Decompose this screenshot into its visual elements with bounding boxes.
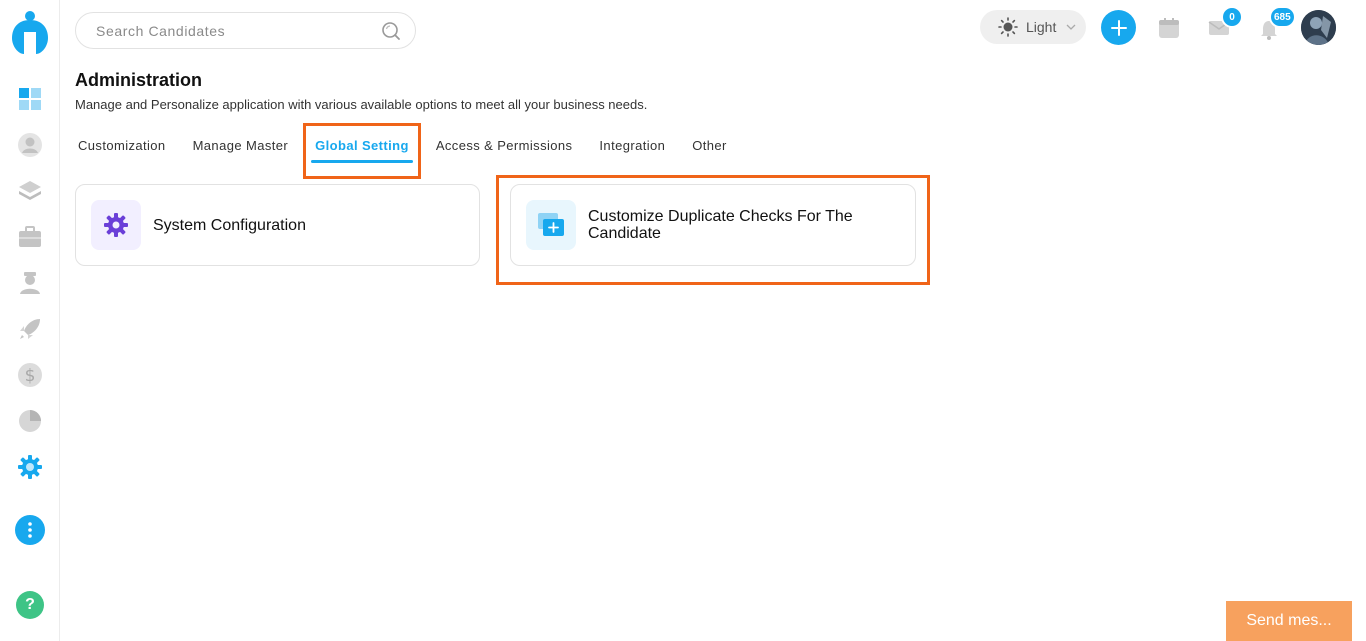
search-bar	[75, 12, 416, 49]
add-button[interactable]	[1101, 10, 1136, 45]
user-photo-icon	[1301, 10, 1336, 45]
tab-manage-master[interactable]: Manage Master	[193, 138, 289, 164]
theme-toggle[interactable]: Light	[980, 10, 1086, 44]
rocket-icon[interactable]	[17, 316, 43, 342]
page-title: Administration	[75, 70, 203, 90]
tab-access-permissions[interactable]: Access & Permissions	[436, 138, 573, 164]
chevron-down-icon	[1066, 24, 1076, 30]
pie-chart-icon[interactable]	[17, 408, 43, 434]
sidebar: $ ?	[0, 0, 60, 641]
avatar[interactable]	[1301, 10, 1336, 45]
theme-label: Light	[1026, 19, 1057, 35]
app-logo-icon[interactable]	[10, 10, 50, 56]
card-highlight-box	[496, 175, 930, 285]
sun-icon	[998, 17, 1018, 37]
dashboard-icon[interactable]	[17, 86, 43, 112]
candidate-icon[interactable]	[17, 132, 43, 158]
plus-icon	[1110, 19, 1127, 36]
search-icon[interactable]	[381, 21, 401, 41]
app-root: $ ? Search Candidates Light 0 685 Admini…	[0, 0, 1366, 641]
svg-text:$: $	[25, 366, 36, 386]
briefcase-icon[interactable]	[17, 224, 43, 250]
page-subtitle: Manage and Personalize application with …	[75, 97, 648, 112]
vertical-dots-icon	[28, 522, 32, 538]
dollar-icon[interactable]: $	[17, 362, 43, 388]
settings-icon[interactable]	[17, 454, 43, 480]
more-menu-button[interactable]	[15, 515, 45, 545]
recruiter-icon[interactable]	[17, 270, 43, 296]
send-message-button[interactable]: Send mes...	[1226, 601, 1352, 641]
tab-highlight-box	[303, 123, 421, 179]
card-title: System Configuration	[153, 216, 306, 234]
gear-icon	[91, 200, 141, 250]
tab-other[interactable]: Other	[692, 138, 727, 164]
help-icon[interactable]: ?	[16, 591, 44, 619]
tab-integration[interactable]: Integration	[599, 138, 665, 164]
notification-count-badge: 685	[1269, 6, 1296, 28]
layers-icon[interactable]	[17, 178, 43, 204]
calendar-icon[interactable]	[1158, 17, 1180, 39]
system-configuration-card[interactable]: System Configuration	[75, 184, 480, 266]
tab-customization[interactable]: Customization	[78, 138, 166, 164]
search-input[interactable]	[96, 21, 376, 41]
mail-count-badge: 0	[1221, 6, 1243, 28]
